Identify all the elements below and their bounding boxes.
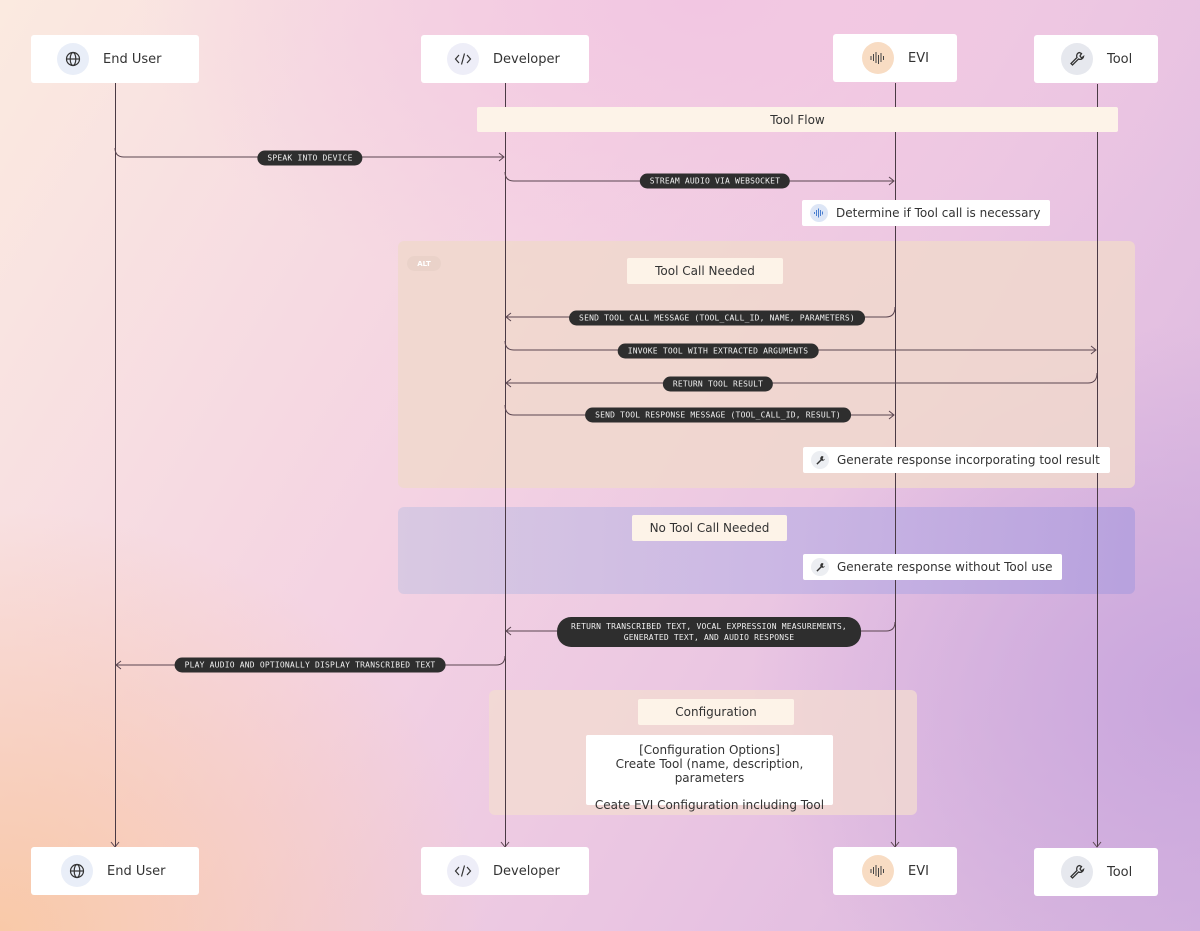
wrench-icon: [811, 558, 829, 576]
activity-determine-tool-call: Determine if Tool call is necessary: [802, 200, 1051, 226]
actor-end-user-top: End User: [31, 35, 199, 83]
actor-developer-top: Developer: [421, 35, 589, 83]
message-return-transcribed: RETURN TRANSCRIBED TEXT, VOCAL EXPRESSIO…: [557, 617, 861, 647]
actor-label: EVI: [908, 863, 929, 879]
globe-icon: [57, 43, 89, 75]
message-speak-into-device: SPEAK INTO DEVICE: [257, 150, 363, 166]
actor-label: Developer: [493, 863, 560, 879]
waveform-icon: [810, 204, 828, 222]
actor-label: End User: [107, 863, 166, 879]
wrench-icon: [1061, 856, 1093, 888]
actor-label: Tool: [1107, 864, 1133, 880]
activity-label: Generate response incorporating tool res…: [837, 453, 1100, 467]
actor-tool-top: Tool: [1034, 35, 1158, 83]
configuration-title: Configuration: [638, 699, 794, 725]
actor-evi-top: EVI: [833, 34, 957, 82]
message-invoke-tool: INVOKE TOOL WITH EXTRACTED ARGUMENTS: [617, 343, 819, 359]
branch-no-tool-call-needed: No Tool Call Needed: [632, 515, 787, 541]
actor-label: EVI: [908, 50, 929, 66]
actor-label: End User: [103, 51, 162, 67]
actor-developer-bottom: Developer: [421, 847, 589, 895]
code-icon: [447, 43, 479, 75]
config-line-evi-config: Ceate EVI Configuration including Tool: [594, 798, 825, 812]
message-line: GENERATED TEXT, AND AUDIO RESPONSE: [623, 633, 795, 642]
actor-evi-bottom: EVI: [833, 847, 957, 895]
arrow-tool-bottom-head: [1092, 841, 1102, 848]
message-play-audio: PLAY AUDIO AND OPTIONALLY DISPLAY TRANSC…: [174, 657, 446, 673]
waveform-icon: [862, 855, 894, 887]
code-icon: [447, 855, 479, 887]
message-return-tool-result: RETURN TOOL RESULT: [662, 376, 774, 392]
alt-badge: ALT: [407, 256, 441, 271]
message-line: RETURN TRANSCRIBED TEXT, VOCAL EXPRESSIO…: [571, 622, 847, 631]
wrench-icon: [811, 451, 829, 469]
message-stream-audio: STREAM AUDIO VIA WEBSOCKET: [639, 173, 791, 189]
activity-generate-without-tool: Generate response without Tool use: [803, 554, 1063, 580]
wrench-icon: [1061, 43, 1093, 75]
message-send-tool-response: SEND TOOL RESPONSE MESSAGE (TOOL_CALL_ID…: [585, 407, 851, 423]
tool-flow-title: Tool Flow: [477, 107, 1118, 132]
activity-label: Determine if Tool call is necessary: [836, 206, 1041, 220]
activity-label: Generate response without Tool use: [837, 560, 1053, 574]
message-send-tool-call: SEND TOOL CALL MESSAGE (TOOL_CALL_ID, NA…: [569, 310, 865, 326]
config-line-options: [Configuration Options]: [639, 743, 780, 757]
activity-generate-with-tool: Generate response incorporating tool res…: [803, 447, 1110, 473]
actor-end-user-bottom: End User: [31, 847, 199, 895]
globe-icon: [61, 855, 93, 887]
waveform-icon: [862, 42, 894, 74]
actor-tool-bottom: Tool: [1034, 848, 1158, 896]
actor-label: Developer: [493, 51, 560, 67]
actor-label: Tool: [1107, 51, 1133, 67]
config-line-create-tool: Create Tool (name, description, paramete…: [615, 757, 804, 785]
branch-tool-call-needed: Tool Call Needed: [627, 258, 783, 284]
configuration-options-box: [Configuration Options] Create Tool (nam…: [586, 735, 833, 812]
arrow-return-result: [507, 372, 1098, 384]
